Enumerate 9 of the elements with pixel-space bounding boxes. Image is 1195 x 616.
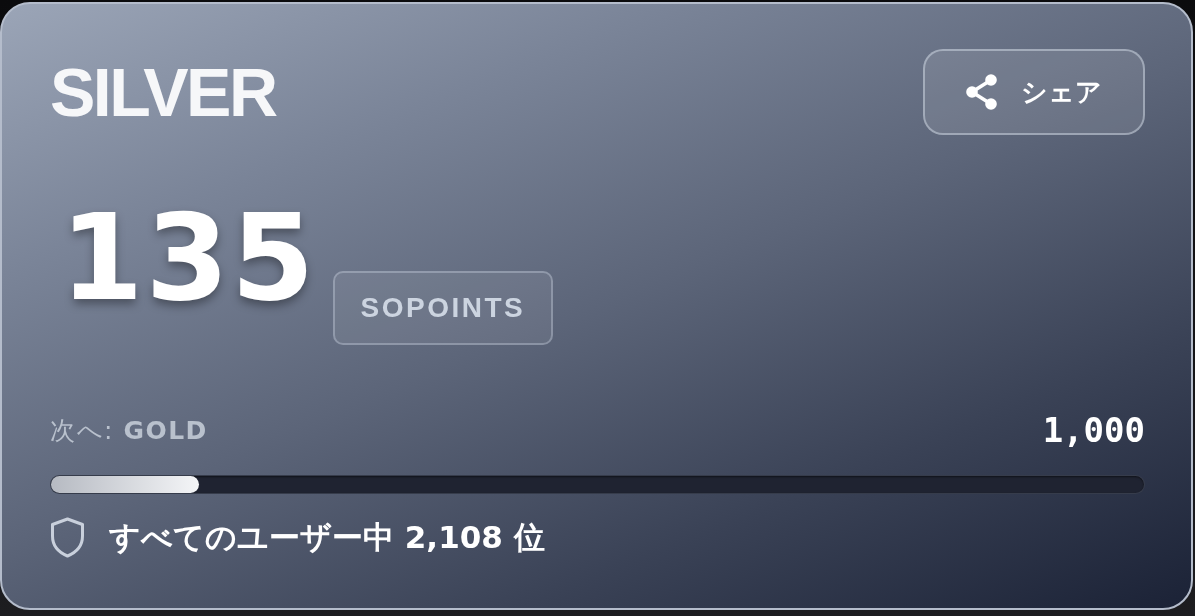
target-points: 1,000	[1042, 410, 1145, 451]
next-tier-label: 次へ: GOLD	[50, 414, 208, 447]
points-unit-badge: SOPOINTS	[332, 271, 554, 345]
tier-title: SILVER	[50, 58, 276, 126]
points-value: 135	[60, 198, 317, 318]
share-button[interactable]: シェア	[923, 49, 1145, 135]
shield-icon	[50, 517, 85, 558]
rank-text: すべてのユーザー中 2,108 位	[109, 518, 545, 557]
share-icon	[966, 74, 997, 110]
